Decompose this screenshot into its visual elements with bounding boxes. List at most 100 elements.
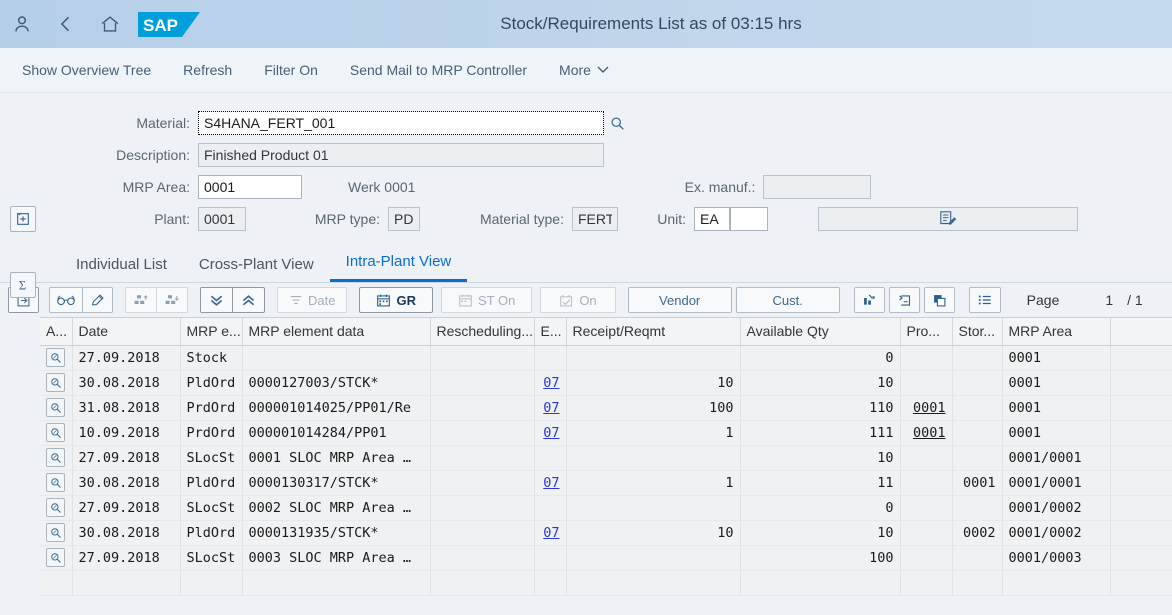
calendar-check-icon bbox=[560, 294, 573, 306]
row-detail-button[interactable] bbox=[46, 373, 65, 392]
refresh-button[interactable]: Refresh bbox=[183, 62, 232, 78]
material-input[interactable] bbox=[198, 111, 604, 135]
cell-receipt-reqmt: 10 bbox=[566, 370, 741, 396]
go-down-bom-button[interactable] bbox=[157, 287, 188, 313]
edit-button[interactable] bbox=[83, 287, 113, 313]
mrp-area-input[interactable] bbox=[198, 175, 302, 199]
row-detail-cell[interactable] bbox=[40, 445, 73, 471]
cell-mrp-area: 0001 bbox=[1002, 420, 1111, 446]
row-detail-cell[interactable] bbox=[40, 520, 73, 546]
material-value-help-button[interactable] bbox=[604, 111, 630, 135]
col-header-rescheduling[interactable]: Rescheduling... bbox=[430, 318, 535, 346]
cell-production-plant bbox=[900, 545, 953, 571]
row-detail-cell[interactable] bbox=[40, 495, 73, 521]
unit-secondary-input[interactable] bbox=[730, 207, 768, 231]
col-header-e[interactable]: E... bbox=[534, 318, 567, 346]
col-header-mrp-element-data[interactable]: MRP element data bbox=[241, 318, 431, 346]
row-detail-cell[interactable] bbox=[40, 370, 73, 396]
row-detail-button[interactable] bbox=[46, 498, 65, 517]
row-detail-button[interactable] bbox=[46, 523, 65, 542]
table-row[interactable]: 10.09.2018 PrdOrd 000001014284/PP01 07 1 111 0… bbox=[40, 420, 1172, 446]
filter-on-button[interactable]: Filter On bbox=[264, 62, 318, 78]
cell-date: 27.09.2018 bbox=[72, 445, 181, 471]
row-detail-button[interactable] bbox=[46, 348, 65, 367]
col-header-stor[interactable]: Stor... bbox=[952, 318, 1003, 346]
cell-receipt-reqmt: 100 bbox=[566, 395, 741, 421]
gr-button[interactable]: GR bbox=[359, 287, 433, 313]
table-row[interactable]: 27.09.2018 SLocSt 0002 SLOC MRP Area … 0 000… bbox=[40, 495, 1172, 521]
tab-individual-list[interactable]: Individual List bbox=[60, 256, 183, 282]
sort-icon bbox=[290, 296, 302, 304]
col-header-available-qty[interactable]: Available Qty bbox=[740, 318, 901, 346]
row-detail-cell[interactable] bbox=[40, 545, 73, 571]
unit-input[interactable] bbox=[694, 207, 730, 231]
cell-exception[interactable]: 07 bbox=[534, 395, 567, 421]
cell-production-plant[interactable]: 0001 bbox=[900, 395, 953, 421]
go-up-bom-button[interactable] bbox=[125, 287, 157, 313]
row-detail-button[interactable] bbox=[46, 473, 65, 492]
col-header-a[interactable]: A... bbox=[40, 318, 73, 346]
add-material-button[interactable] bbox=[10, 206, 36, 232]
cell-exception[interactable]: 07 bbox=[534, 520, 567, 546]
table-toolbar: Date GR ST On On Vendor Cust. Page 1 / 1 bbox=[0, 283, 1172, 317]
vendor-button[interactable]: Vendor bbox=[627, 287, 732, 313]
cell-exception[interactable]: 07 bbox=[534, 370, 567, 396]
cell-storage-location bbox=[952, 370, 1003, 396]
cell-production-plant bbox=[900, 345, 953, 371]
more-button[interactable]: More bbox=[559, 62, 609, 78]
copy-button[interactable] bbox=[923, 287, 955, 313]
col-header-mrp-element[interactable]: MRP e... bbox=[180, 318, 243, 346]
cell-production-plant[interactable]: 0001 bbox=[900, 420, 953, 446]
row-detail-button[interactable] bbox=[46, 548, 65, 567]
col-header-mrp-area[interactable]: MRP Area bbox=[1002, 318, 1111, 346]
show-overview-tree-button[interactable]: Show Overview Tree bbox=[22, 62, 151, 78]
cust-button[interactable]: Cust. bbox=[735, 287, 840, 313]
table-row[interactable]: 27.09.2018 SLocSt 0001 SLOC MRP Area … 10 00… bbox=[40, 445, 1172, 471]
cell-date: 30.08.2018 bbox=[72, 520, 181, 546]
summary-toggle-button[interactable]: Σ bbox=[10, 272, 36, 298]
cell-exception[interactable]: 07 bbox=[534, 420, 567, 446]
table-row[interactable]: 27.09.2018 SLocSt 0003 SLOC MRP Area … 100 0… bbox=[40, 545, 1172, 571]
collapse-all-button[interactable] bbox=[233, 287, 265, 313]
exception-button[interactable] bbox=[853, 287, 885, 313]
row-detail-cell[interactable] bbox=[40, 470, 73, 496]
user-icon[interactable] bbox=[0, 2, 44, 46]
row-detail-button[interactable] bbox=[46, 423, 65, 442]
row-detail-button[interactable] bbox=[46, 398, 65, 417]
send-mail-to-mrp-controller-button[interactable]: Send Mail to MRP Controller bbox=[350, 62, 527, 78]
home-icon[interactable] bbox=[88, 2, 132, 46]
tab-intra-plant-view[interactable]: Intra-Plant View bbox=[329, 253, 468, 282]
sap-logo[interactable]: SAP bbox=[138, 12, 200, 37]
expand-all-button[interactable] bbox=[200, 287, 233, 313]
on-button[interactable]: On bbox=[540, 287, 616, 313]
page-current[interactable]: 1 bbox=[1105, 292, 1113, 308]
notes-button[interactable] bbox=[818, 207, 1078, 231]
table-row[interactable]: 30.08.2018 PldOrd 0000131935/STCK* 07 10 10 00… bbox=[40, 520, 1172, 546]
col-header-receipt-reqmt[interactable]: Receipt/Reqmt bbox=[566, 318, 741, 346]
row-detail-button[interactable] bbox=[46, 448, 65, 467]
cell-exception[interactable]: 07 bbox=[534, 470, 567, 496]
display-button[interactable] bbox=[49, 287, 83, 313]
send-mail-label: Send Mail to MRP Controller bbox=[349, 62, 528, 78]
sort-date-button[interactable]: Date bbox=[277, 287, 348, 313]
cell-mrp-area: 0001 bbox=[1002, 345, 1111, 371]
tab-cross-plant-view[interactable]: Cross-Plant View bbox=[183, 256, 330, 282]
table-row[interactable]: 27.09.2018 Stock 0 0001 bbox=[40, 345, 1172, 371]
settings-list-button[interactable] bbox=[968, 287, 1001, 313]
row-detail-cell[interactable] bbox=[40, 420, 73, 446]
table-row[interactable]: 30.08.2018 PldOrd 0000130317/STCK* 07 1 11 000… bbox=[40, 470, 1172, 496]
back-icon[interactable] bbox=[44, 2, 88, 46]
row-detail-cell[interactable] bbox=[40, 345, 73, 371]
period-totals-button[interactable] bbox=[888, 287, 920, 313]
cell-rescheduling bbox=[430, 420, 535, 446]
st-on-button[interactable]: ST On bbox=[440, 287, 533, 313]
col-header-date[interactable]: Date bbox=[72, 318, 181, 346]
col-header-pro[interactable]: Pro... bbox=[900, 318, 953, 346]
cell-spacer bbox=[1110, 420, 1172, 446]
mrp-type-label: MRP type: bbox=[314, 211, 380, 227]
cell-mrp-element: Stock bbox=[180, 345, 243, 371]
table-row[interactable]: 30.08.2018 PldOrd 0000127003/STCK* 07 10 10 00… bbox=[40, 370, 1172, 396]
table-row[interactable]: 31.08.2018 PrdOrd 000001014025/PP01/Re 07 10… bbox=[40, 395, 1172, 421]
row-detail-cell[interactable] bbox=[40, 395, 73, 421]
magnifier-icon bbox=[50, 427, 61, 438]
